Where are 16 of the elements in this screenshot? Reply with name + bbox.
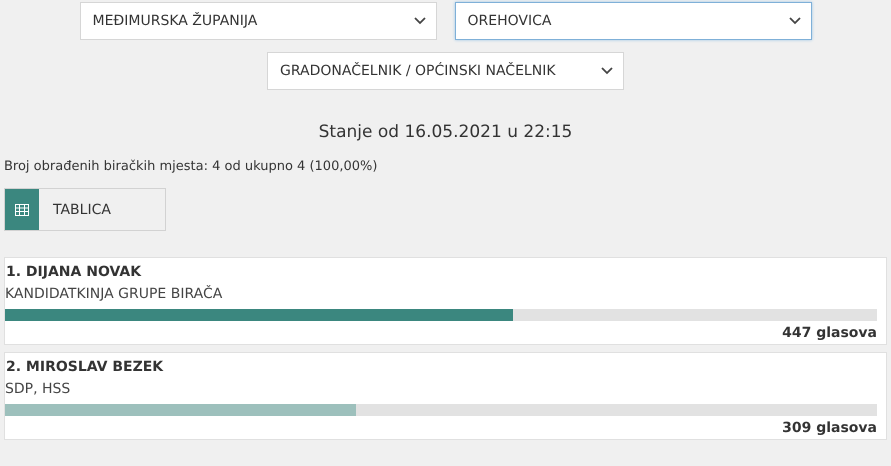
- processed-info: Broj obrađenih biračkih mjesta: 4 od ukupno 4 (100,00%): [4, 159, 378, 174]
- candidate-name: 2. MIROSLAV BEZEK: [5, 359, 164, 375]
- candidate-name: 1. DIJANA NOVAK: [5, 264, 142, 280]
- candidate-party: SDP, HSS: [5, 381, 72, 397]
- region-select[interactable]: MEĐIMURSKA ŽUPANIJA: [80, 2, 436, 40]
- status-title: Stanje od 16.05.2021 u 22:15: [318, 122, 574, 142]
- chevron-icon: [788, 17, 800, 25]
- vote-count: 447 glasova: [782, 325, 877, 341]
- table-icon: [15, 204, 29, 216]
- chevron-icon: [601, 67, 613, 75]
- chevron-icon: [414, 17, 426, 25]
- vote-count: 309 glasova: [782, 420, 877, 436]
- candidate-party: KANDIDATKINJA GRUPE BIRAČA: [5, 286, 224, 302]
- election-type-select[interactable]: GRADONAČELNIK / OPĆINSKI NAČELNIK: [267, 52, 624, 90]
- region-select[interactable]: OREHOVICA: [454, 2, 812, 40]
- table-button[interactable]: TABLICA: [4, 188, 166, 231]
